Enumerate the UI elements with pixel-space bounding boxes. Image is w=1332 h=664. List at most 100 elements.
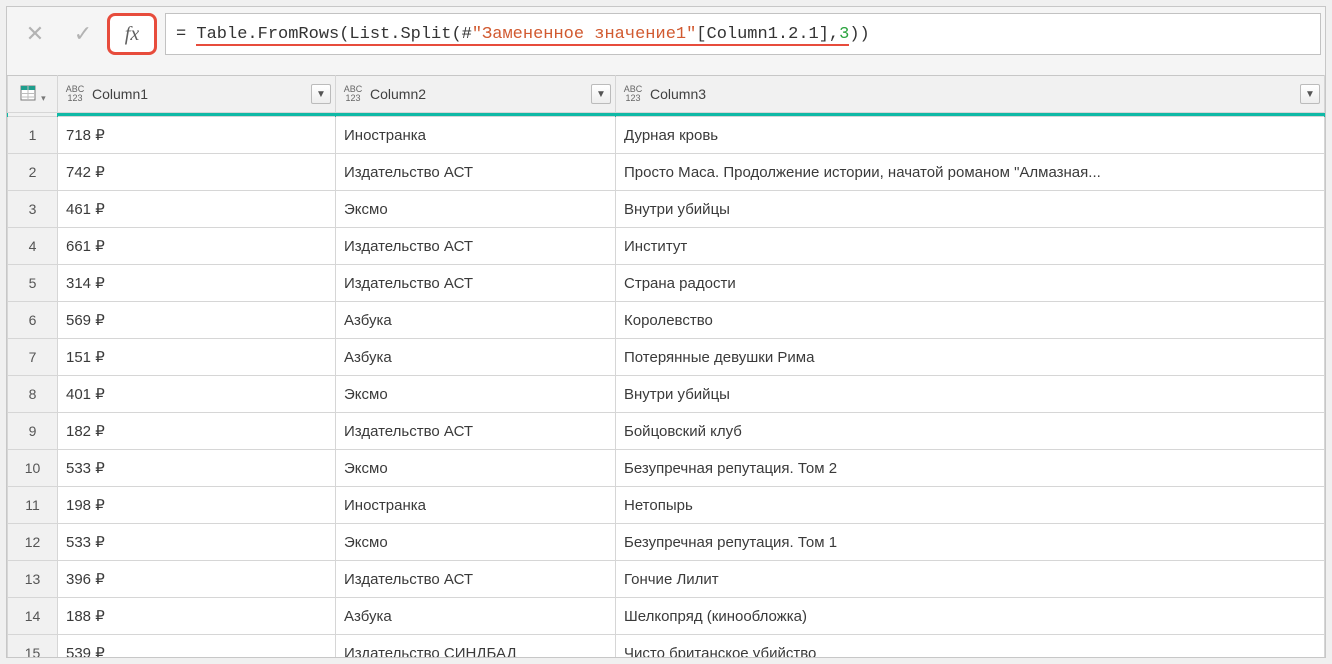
cancel-button[interactable]: ✕ [11,13,59,55]
cell-c2[interactable]: Эксмо [336,376,616,413]
chevron-down-icon: ▼ [316,89,326,100]
check-icon: ✓ [74,21,92,47]
row-number[interactable]: 5 [8,265,58,302]
row-number[interactable]: 12 [8,524,58,561]
table-row[interactable]: 4661 ₽Издательство АСТИнститут [8,228,1325,265]
cell-c3[interactable]: Гончие Лилит [616,561,1325,598]
cell-c3[interactable]: Безупречная репутация. Том 2 [616,450,1325,487]
table-row[interactable]: 8401 ₽ЭксмоВнутри убийцы [8,376,1325,413]
table-row[interactable]: 13396 ₽Издательство АСТГончие Лилит [8,561,1325,598]
table-row[interactable]: 1718 ₽ИностранкаДурная кровь [8,117,1325,154]
cell-c2[interactable]: Азбука [336,302,616,339]
cell-c2[interactable]: Азбука [336,598,616,635]
cell-c3[interactable]: Внутри убийцы [616,376,1325,413]
cell-c1[interactable]: 188 ₽ [58,598,336,635]
column-header-2[interactable]: ABC 123 Column2 ▼ [336,76,616,113]
data-grid: ▾ ABC 123 Column1 ▼ [7,61,1325,657]
cell-c1[interactable]: 314 ₽ [58,265,336,302]
fx-button[interactable]: fx [107,13,157,55]
cell-c2[interactable]: Эксмо [336,524,616,561]
cell-c2[interactable]: Иностранка [336,117,616,154]
row-number[interactable]: 14 [8,598,58,635]
row-number[interactable]: 2 [8,154,58,191]
filter-button[interactable]: ▼ [1300,84,1320,104]
cell-c2[interactable]: Издательство АСТ [336,265,616,302]
column-header-1[interactable]: ABC 123 Column1 ▼ [58,76,336,113]
table-row[interactable]: 5314 ₽Издательство АСТСтрана радости [8,265,1325,302]
cell-c1[interactable]: 533 ₽ [58,524,336,561]
cell-c2[interactable]: Иностранка [336,487,616,524]
cell-c2[interactable]: Издательство АСТ [336,154,616,191]
cell-c1[interactable]: 569 ₽ [58,302,336,339]
cell-c3[interactable]: Просто Маса. Продолжение истории, начато… [616,154,1325,191]
column-header-3[interactable]: ABC 123 Column3 ▼ [616,76,1325,113]
cell-c2[interactable]: Издательство АСТ [336,561,616,598]
cancel-icon: ✕ [26,21,44,47]
cell-c1[interactable]: 401 ₽ [58,376,336,413]
select-all-cell[interactable]: ▾ [8,76,58,113]
cell-c1[interactable]: 539 ₽ [58,635,336,658]
cell-c2[interactable]: Издательство СИНДБАД [336,635,616,658]
table-row[interactable]: 12533 ₽ЭксмоБезупречная репутация. Том 1 [8,524,1325,561]
cell-c2[interactable]: Эксмо [336,191,616,228]
power-query-editor: ✕ ✓ fx = Table.FromRows(List.Split(#"Зам… [6,6,1326,658]
table-row[interactable]: 2742 ₽Издательство АСТПросто Маса. Продо… [8,154,1325,191]
cell-c3[interactable]: Нетопырь [616,487,1325,524]
cell-c1[interactable]: 396 ₽ [58,561,336,598]
row-number[interactable]: 9 [8,413,58,450]
cell-c3[interactable]: Институт [616,228,1325,265]
column-header-label: Column3 [650,86,706,102]
cell-c3[interactable]: Дурная кровь [616,117,1325,154]
cell-c1[interactable]: 198 ₽ [58,487,336,524]
table-row[interactable]: 7151 ₽АзбукаПотерянные девушки Рима [8,339,1325,376]
table-row[interactable]: 10533 ₽ЭксмоБезупречная репутация. Том 2 [8,450,1325,487]
cell-c1[interactable]: 182 ₽ [58,413,336,450]
cell-c1[interactable]: 718 ₽ [58,117,336,154]
cell-c1[interactable]: 461 ₽ [58,191,336,228]
row-number[interactable]: 10 [8,450,58,487]
filter-button[interactable]: ▼ [311,84,331,104]
table-row[interactable]: 3461 ₽ЭксмоВнутри убийцы [8,191,1325,228]
header-row: ▾ ABC 123 Column1 ▼ [8,76,1325,113]
cell-c3[interactable]: Королевство [616,302,1325,339]
fx-icon: fx [125,23,139,46]
column-header-label: Column1 [92,86,148,102]
row-number[interactable]: 8 [8,376,58,413]
table-icon [19,84,37,102]
row-number[interactable]: 6 [8,302,58,339]
cell-c3[interactable]: Чисто британское убийство [616,635,1325,658]
confirm-button[interactable]: ✓ [59,13,107,55]
row-number[interactable]: 11 [8,487,58,524]
row-number[interactable]: 15 [8,635,58,658]
cell-c3[interactable]: Страна радости [616,265,1325,302]
filter-button[interactable]: ▼ [591,84,611,104]
cell-c3[interactable]: Бойцовский клуб [616,413,1325,450]
table-row[interactable]: 14188 ₽АзбукаШелкопряд (кинообложка) [8,598,1325,635]
cell-c2[interactable]: Издательство АСТ [336,413,616,450]
formula-bar: ✕ ✓ fx = Table.FromRows(List.Split(#"Зам… [7,7,1325,61]
cell-c3[interactable]: Шелкопряд (кинообложка) [616,598,1325,635]
row-number[interactable]: 13 [8,561,58,598]
chevron-down-icon: ▼ [596,89,606,100]
type-any-icon: ABC 123 [66,85,84,103]
formula-input[interactable]: = Table.FromRows(List.Split(#"Замененное… [165,13,1321,55]
row-number[interactable]: 7 [8,339,58,376]
cell-c2[interactable]: Азбука [336,339,616,376]
cell-c1[interactable]: 151 ₽ [58,339,336,376]
row-number[interactable]: 1 [8,117,58,154]
table-row[interactable]: 15539 ₽Издательство СИНДБАДЧисто британс… [8,635,1325,658]
row-number[interactable]: 3 [8,191,58,228]
cell-c2[interactable]: Издательство АСТ [336,228,616,265]
cell-c1[interactable]: 742 ₽ [58,154,336,191]
table-row[interactable]: 6569 ₽АзбукаКоролевство [8,302,1325,339]
row-number[interactable]: 4 [8,228,58,265]
table-row[interactable]: 11198 ₽ИностранкаНетопырь [8,487,1325,524]
cell-c1[interactable]: 533 ₽ [58,450,336,487]
cell-c3[interactable]: Внутри убийцы [616,191,1325,228]
cell-c1[interactable]: 661 ₽ [58,228,336,265]
cell-c3[interactable]: Потерянные девушки Рима [616,339,1325,376]
column-header-label: Column2 [370,86,426,102]
cell-c3[interactable]: Безупречная репутация. Том 1 [616,524,1325,561]
cell-c2[interactable]: Эксмо [336,450,616,487]
table-row[interactable]: 9182 ₽Издательство АСТБойцовский клуб [8,413,1325,450]
